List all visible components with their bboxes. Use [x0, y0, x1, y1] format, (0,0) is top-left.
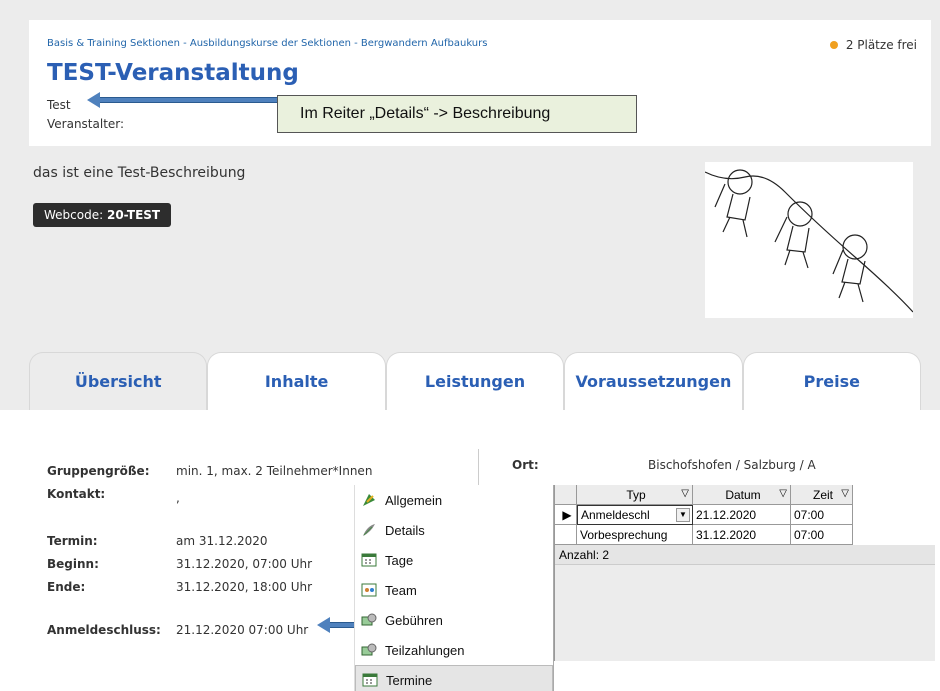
date-label: Termin:	[47, 534, 98, 548]
grid-empty-area	[555, 565, 935, 661]
organizer-label: Veranstalter:	[47, 117, 125, 131]
column-header-typ[interactable]: Typ ▽	[577, 485, 693, 505]
menu-item-termine[interactable]: Termine	[355, 665, 553, 691]
registration-deadline-label: Anmeldeschluss:	[47, 623, 161, 637]
menu-label: Team	[385, 582, 417, 598]
webcode-label: Webcode:	[44, 208, 104, 222]
availability-badge: 2 Plätze frei	[829, 38, 917, 52]
row-indicator-header	[555, 485, 577, 505]
menu-label: Gebühren	[385, 612, 443, 628]
availability-text: 2 Plätze frei	[845, 38, 917, 52]
start-value: 31.12.2020, 07:00 Uhr	[176, 557, 313, 571]
menu-label: Details	[385, 522, 425, 538]
registration-deadline-value: 21.12.2020 07:00 Uhr	[176, 623, 309, 637]
column-header-datum[interactable]: Datum ▽	[693, 485, 791, 505]
menu-label: Tage	[385, 552, 414, 568]
tab-preise[interactable]: Preise	[742, 352, 922, 410]
cell-zeit[interactable]: 07:00	[791, 525, 853, 545]
status-dot-icon	[829, 41, 838, 49]
table-row[interactable]: Vorbesprechung 31.12.2020 07:00	[555, 525, 935, 545]
start-label: Beginn:	[47, 557, 99, 571]
chevron-down-icon[interactable]: ▼	[676, 508, 690, 522]
contact-value: ,	[176, 491, 180, 505]
column-divider	[478, 449, 479, 485]
menu-label: Termine	[386, 672, 433, 688]
group-size-value: min. 1, max. 2 Teilnehmer*Innen	[176, 464, 373, 478]
cell-datum[interactable]: 31.12.2020	[693, 525, 791, 545]
column-label: Datum	[725, 487, 761, 502]
typ-combobox[interactable]: Anmeldeschl ▼	[577, 505, 693, 525]
column-label: Zeit	[812, 487, 833, 502]
tab-inhalte[interactable]: Inhalte	[207, 352, 386, 410]
compass-icon	[361, 492, 377, 508]
event-page: Basis & Training Sektionen - Ausbildungs…	[0, 0, 940, 691]
date-value: am 31.12.2020	[176, 534, 268, 548]
menu-item-team[interactable]: Team	[355, 575, 553, 605]
row-indicator	[555, 525, 577, 545]
column-label: Typ	[626, 487, 646, 502]
appointments-grid: Typ ▽ Datum ▽ Zeit ▽ ▶ Anmeldeschl ▼ 21.…	[554, 485, 935, 661]
calendar-icon	[361, 552, 377, 568]
filter-icon[interactable]: ▽	[681, 488, 689, 499]
team-icon	[361, 582, 377, 598]
menu-item-details[interactable]: Details	[355, 515, 553, 545]
webcode-value: 20-TEST	[106, 208, 161, 222]
navigation-menu: Allgemein Details Tage Team Gebühren Tei…	[354, 485, 554, 691]
end-value: 31.12.2020, 18:00 Uhr	[176, 580, 313, 594]
webcode-badge: Webcode: 20-TEST	[33, 203, 172, 227]
filter-icon[interactable]: ▽	[841, 488, 849, 499]
cell-typ[interactable]: Vorbesprechung	[577, 525, 693, 545]
table-row[interactable]: ▶ Anmeldeschl ▼ 21.12.2020 07:00	[555, 505, 935, 525]
contact-label: Kontakt:	[47, 487, 106, 501]
end-label: Ende:	[47, 580, 86, 594]
menu-label: Allgemein	[385, 492, 443, 508]
grid-header-row: Typ ▽ Datum ▽ Zeit ▽	[555, 485, 935, 505]
column-header-zeit[interactable]: Zeit ▽	[791, 485, 853, 505]
tab-uebersicht[interactable]: Übersicht	[29, 352, 208, 410]
event-description: das ist eine Test-Beschreibung	[33, 165, 246, 181]
menu-label: Teilzahlungen	[385, 642, 465, 658]
tab-leistungen[interactable]: Leistungen	[385, 352, 565, 410]
money-icon	[361, 612, 377, 628]
menu-item-teilzahlungen[interactable]: Teilzahlungen	[355, 635, 553, 665]
quill-icon	[361, 522, 377, 538]
tab-voraussetzungen[interactable]: Voraussetzungen	[564, 352, 743, 410]
cell-text: Anmeldeschl	[581, 508, 650, 522]
cell-datum[interactable]: 21.12.2020	[693, 505, 791, 525]
cell-zeit[interactable]: 07:00	[791, 505, 853, 525]
menu-item-allgemein[interactable]: Allgemein	[355, 485, 553, 515]
money-icon	[361, 642, 377, 658]
location-label: Ort:	[512, 458, 539, 472]
calendar-icon	[362, 672, 378, 688]
grid-count-footer: Anzahl: 2	[555, 545, 935, 565]
group-size-label: Gruppengröße:	[47, 464, 150, 478]
page-title: TEST-Veranstaltung	[47, 60, 299, 86]
hikers-illustration	[704, 162, 914, 318]
menu-item-gebuehren[interactable]: Gebühren	[355, 605, 553, 635]
current-row-arrow-icon: ▶	[555, 505, 577, 525]
annotation-callout: Im Reiter „Details“ -> Beschreibung	[277, 95, 637, 133]
annotation-arrow-icon	[87, 92, 278, 108]
location-value: Bischofshofen / Salzburg / A	[648, 458, 816, 472]
tab-bar: Übersicht Inhalte Leistungen Voraussetzu…	[29, 352, 922, 410]
event-subtitle: Test	[47, 98, 71, 112]
filter-icon[interactable]: ▽	[779, 488, 787, 499]
menu-item-tage[interactable]: Tage	[355, 545, 553, 575]
breadcrumb[interactable]: Basis & Training Sektionen - Ausbildungs…	[47, 38, 487, 49]
